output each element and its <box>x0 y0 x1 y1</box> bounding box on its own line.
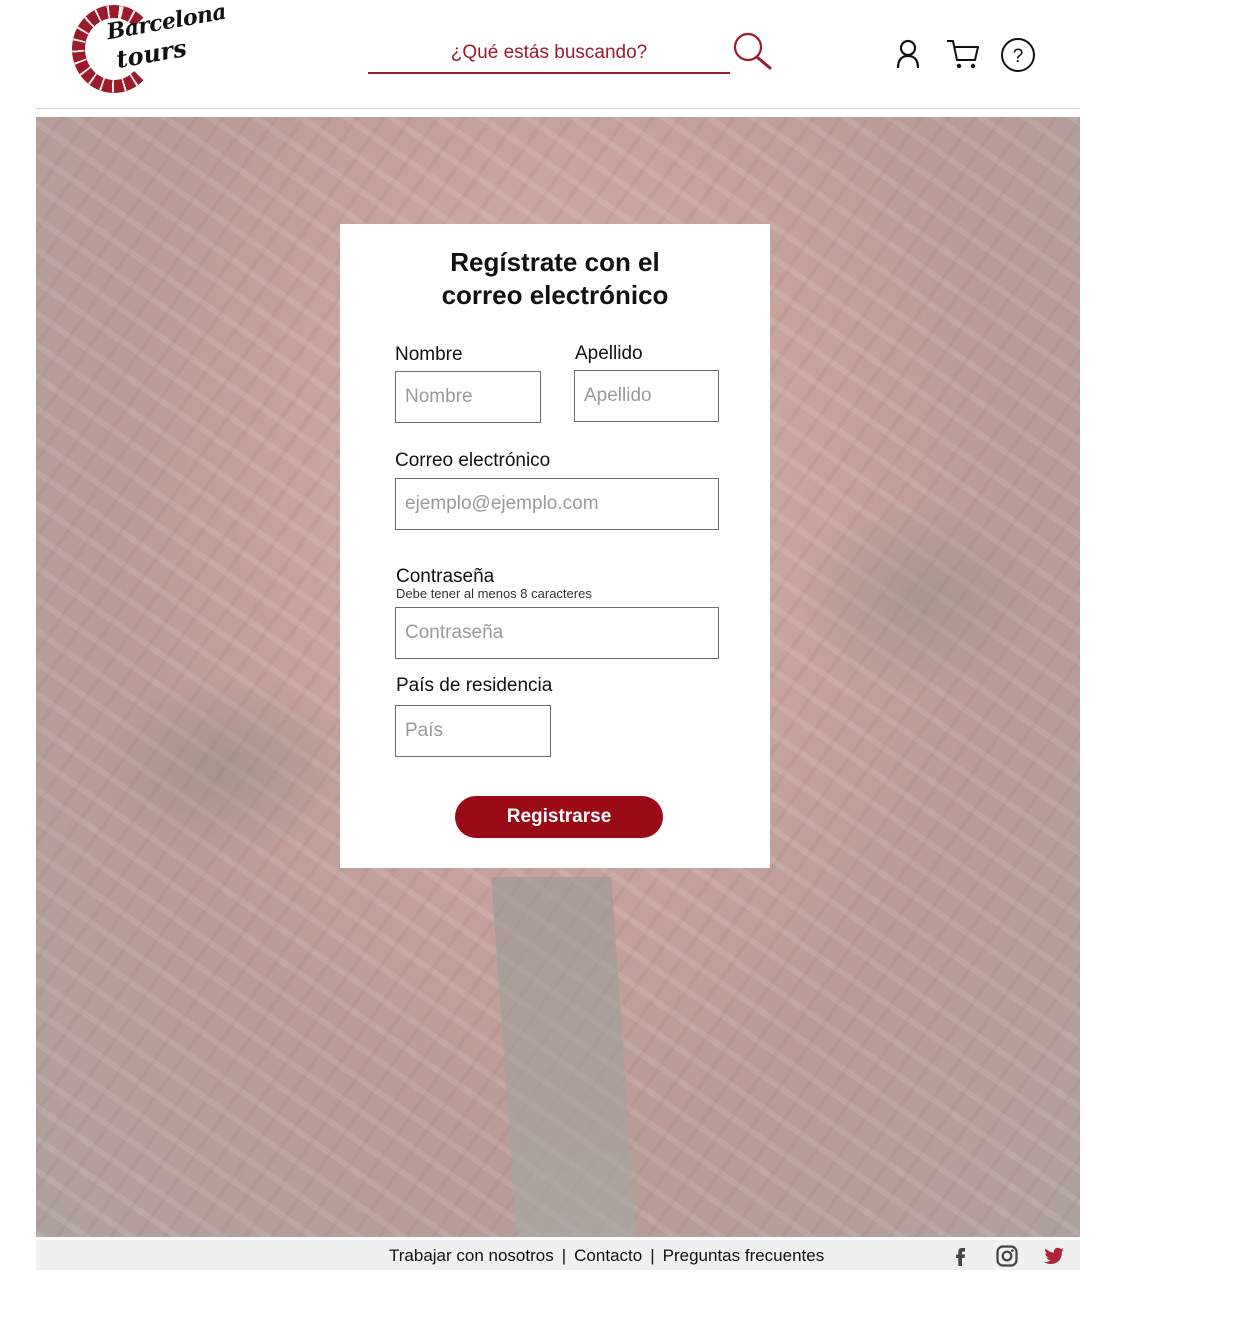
footer: Trabajar con nosotros | Contacto | Preguntas… <box>36 1240 1080 1270</box>
form-title-line2: correo electrónico <box>441 280 669 310</box>
country-field[interactable] <box>395 705 551 757</box>
password-field[interactable] <box>395 607 719 659</box>
instagram-icon[interactable] <box>995 1244 1019 1268</box>
footer-separator: | <box>561 1246 567 1265</box>
email-label: Correo electrónico <box>395 450 551 471</box>
first-name-field[interactable] <box>395 371 541 423</box>
country-label: País de residencia <box>396 675 553 696</box>
last-name-label: Apellido <box>575 343 643 364</box>
header-divider <box>36 108 1080 109</box>
twitter-icon[interactable] <box>1042 1244 1066 1268</box>
email-field[interactable] <box>395 478 719 530</box>
form-title-line1: Regístrate con el <box>450 247 660 277</box>
footer-link-faq[interactable]: Preguntas frecuentes <box>663 1246 825 1265</box>
search-input[interactable] <box>368 34 730 74</box>
svg-text:?: ? <box>1013 46 1024 67</box>
search-bar <box>368 34 730 76</box>
first-name-label: Nombre <box>395 344 463 365</box>
footer-link-contact[interactable]: Contacto <box>574 1246 642 1265</box>
registration-form: Regístrate con el correo electrónico Nom… <box>340 224 770 868</box>
password-hint: Debe tener al menos 8 caracteres <box>396 586 592 601</box>
last-name-field[interactable] <box>574 370 719 422</box>
footer-links: Trabajar con nosotros | Contacto | Preguntas… <box>389 1246 824 1266</box>
register-button[interactable]: Registrarse <box>455 796 663 838</box>
search-icon[interactable] <box>731 30 775 72</box>
footer-link-jobs[interactable]: Trabajar con nosotros <box>389 1246 554 1265</box>
help-icon[interactable]: ? <box>999 36 1037 74</box>
brand-logo[interactable]: Barcelona tours <box>70 0 228 95</box>
cart-icon[interactable] <box>944 36 982 74</box>
facebook-icon[interactable] <box>948 1244 972 1268</box>
user-icon[interactable] <box>890 36 928 74</box>
footer-separator: | <box>650 1246 655 1265</box>
password-label: Contraseña <box>396 566 495 587</box>
form-title: Regístrate con el correo electrónico <box>340 246 770 312</box>
